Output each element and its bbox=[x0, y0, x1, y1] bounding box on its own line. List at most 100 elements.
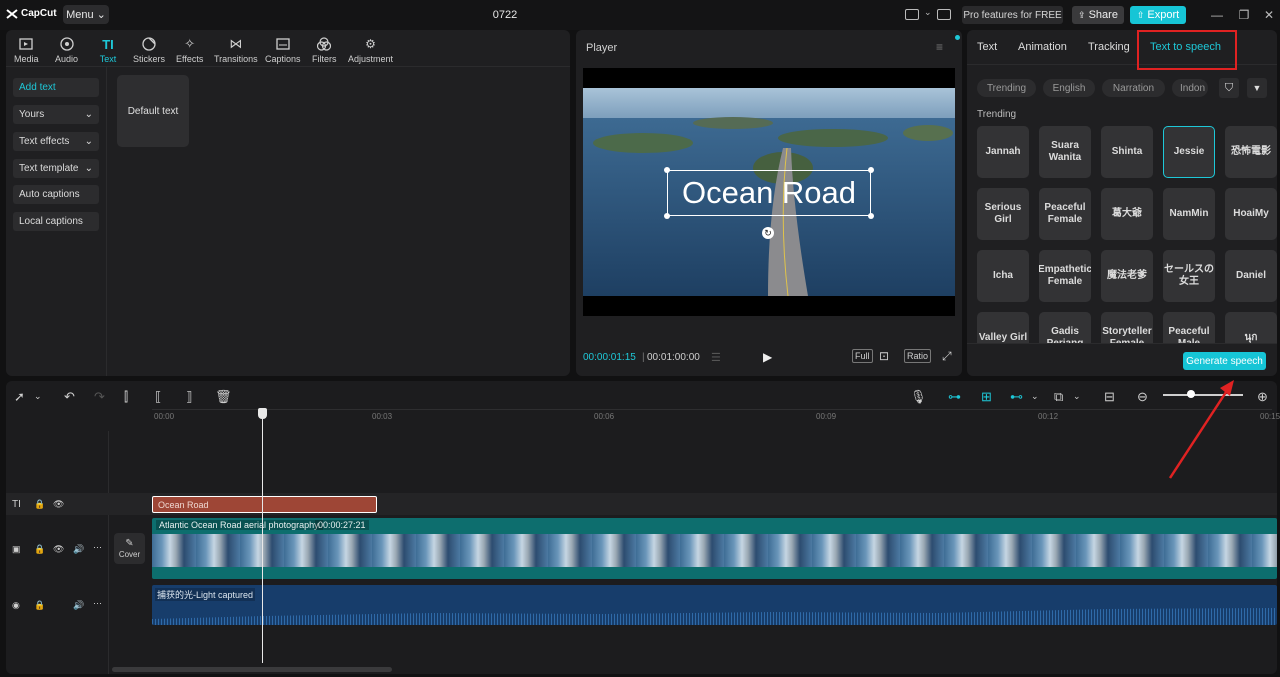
tool-transitions[interactable]: ⋈ Transitions bbox=[214, 36, 258, 64]
video-clip[interactable]: Atlantic Ocean Road aerial photography. … bbox=[152, 518, 1277, 579]
resize-handle[interactable] bbox=[868, 213, 874, 219]
tool-media[interactable]: Media bbox=[14, 36, 39, 64]
voice-card[interactable]: 恐怖電影 bbox=[1225, 126, 1277, 178]
voice-card[interactable]: Valley Girl bbox=[977, 312, 1029, 343]
voice-card[interactable]: Peaceful Female bbox=[1039, 188, 1091, 240]
fullscreen-icon[interactable]: ⤢ bbox=[942, 349, 952, 364]
more-icon[interactable]: ⋯ bbox=[93, 598, 102, 609]
tab-text[interactable]: Text bbox=[977, 41, 997, 53]
voice-card[interactable]: Serious Girl bbox=[977, 188, 1029, 240]
ratio-button[interactable]: Ratio bbox=[904, 349, 932, 363]
magnet-icon[interactable]: ⊞ bbox=[981, 389, 992, 405]
export-button[interactable]: ⇧ Export bbox=[1130, 6, 1186, 24]
split-icon[interactable]: ⫿ bbox=[124, 389, 128, 405]
video-preview[interactable]: Ocean Road ↻ bbox=[583, 68, 955, 316]
nav-local-captions[interactable]: Local captions bbox=[13, 212, 99, 231]
volume-icon[interactable]: 🔊 bbox=[73, 600, 84, 611]
zoom-out-icon[interactable]: ⊖ bbox=[1137, 389, 1148, 405]
nav-text-effects[interactable]: Text effects ⌄ bbox=[13, 132, 99, 151]
menu-button[interactable]: Menu ⌄ bbox=[63, 5, 109, 24]
align-icon[interactable]: ⧉ bbox=[1054, 389, 1063, 405]
focus-icon[interactable]: ⊡ bbox=[879, 349, 889, 363]
voice-card[interactable]: นุก bbox=[1225, 312, 1277, 343]
eye-icon[interactable]: 👁 bbox=[53, 499, 64, 510]
delete-icon[interactable]: 🗑 bbox=[215, 389, 232, 405]
filter-chip-narration[interactable]: Narration bbox=[1102, 79, 1165, 97]
filter-chip-english[interactable]: English bbox=[1043, 79, 1095, 97]
tab-tracking[interactable]: Tracking bbox=[1088, 41, 1130, 53]
playhead-handle[interactable] bbox=[258, 408, 267, 419]
chevron-down-icon[interactable]: ⌄ bbox=[1073, 391, 1081, 402]
microphone-icon[interactable]: 🎙 bbox=[910, 389, 927, 405]
zoom-in-icon[interactable]: ⊕ bbox=[1257, 389, 1268, 405]
tool-audio[interactable]: Audio bbox=[55, 36, 78, 64]
preview-axis-icon[interactable]: ⊟ bbox=[1104, 389, 1115, 405]
cover-button[interactable]: ✎ Cover bbox=[114, 533, 145, 564]
voice-card[interactable]: Storyteller Female bbox=[1101, 312, 1153, 343]
filter-chip-trending[interactable]: Trending bbox=[977, 79, 1036, 97]
lock-icon[interactable]: 🔒 bbox=[34, 600, 45, 611]
tool-adjustment[interactable]: ⚙ Adjustment bbox=[348, 36, 393, 64]
redo-icon[interactable]: ↷ bbox=[94, 389, 105, 405]
keyboard-icon[interactable] bbox=[937, 9, 951, 20]
rotate-icon[interactable]: ↻ bbox=[762, 227, 774, 239]
voice-card[interactable]: Daniel bbox=[1225, 250, 1277, 302]
voice-card[interactable]: NamMin bbox=[1163, 188, 1215, 240]
layout-icon[interactable] bbox=[905, 9, 919, 20]
voice-card[interactable]: Shinta bbox=[1101, 126, 1153, 178]
trim-right-icon[interactable]: ⟧ bbox=[186, 389, 192, 405]
restore-icon[interactable]: ❐ bbox=[1236, 7, 1252, 23]
voice-card[interactable]: HoaiMy bbox=[1225, 188, 1277, 240]
tool-effects[interactable]: ✧ Effects bbox=[176, 36, 203, 64]
nav-yours[interactable]: Yours ⌄ bbox=[13, 105, 99, 124]
play-icon[interactable]: ▶ bbox=[763, 350, 772, 364]
pro-features-button[interactable]: Pro features for FREE bbox=[962, 6, 1063, 24]
waveform-icon[interactable]: ☰ bbox=[711, 351, 721, 364]
nav-add-text[interactable]: Add text bbox=[13, 78, 99, 97]
nav-text-template[interactable]: Text template ⌄ bbox=[13, 159, 99, 178]
audio-clip[interactable]: 捕获的光-Light captured bbox=[152, 585, 1277, 625]
chevron-down-icon[interactable]: ▼ bbox=[1247, 78, 1267, 98]
close-icon[interactable]: ✕ bbox=[1261, 7, 1277, 23]
voice-card[interactable]: Empathetic Female bbox=[1039, 250, 1091, 302]
filter-icon[interactable]: ⛉ bbox=[1219, 78, 1239, 98]
more-icon[interactable]: ⋯ bbox=[93, 542, 102, 553]
voice-card[interactable]: Icha bbox=[977, 250, 1029, 302]
voice-card-selected[interactable]: Jessie bbox=[1163, 126, 1215, 178]
text-overlay[interactable]: Ocean Road bbox=[667, 170, 871, 216]
chevron-down-icon[interactable]: ⌄ bbox=[34, 391, 42, 402]
chevron-down-icon[interactable]: ⌄ bbox=[1031, 391, 1039, 402]
minimize-icon[interactable]: — bbox=[1209, 7, 1225, 23]
hamburger-icon[interactable]: ≡ bbox=[936, 40, 943, 54]
nav-auto-captions[interactable]: Auto captions bbox=[13, 185, 99, 204]
undo-icon[interactable]: ↶ bbox=[64, 389, 75, 405]
voice-card[interactable]: Gadis Periang bbox=[1039, 312, 1091, 343]
lock-icon[interactable]: 🔒 bbox=[34, 544, 45, 555]
eye-icon[interactable]: 👁 bbox=[53, 544, 64, 555]
resize-handle[interactable] bbox=[664, 167, 670, 173]
voice-card[interactable]: 魔法老爹 bbox=[1101, 250, 1153, 302]
tool-text[interactable]: TI Text bbox=[99, 36, 117, 65]
tool-captions[interactable]: Captions bbox=[265, 36, 301, 64]
resize-handle[interactable] bbox=[664, 213, 670, 219]
generate-speech-button[interactable]: Generate speech bbox=[1183, 352, 1266, 370]
resize-handle[interactable] bbox=[868, 167, 874, 173]
voice-card[interactable]: Suara Wanita bbox=[1039, 126, 1091, 178]
link-icon[interactable]: ⊶ bbox=[948, 389, 961, 405]
voice-card[interactable]: 葛大爺 bbox=[1101, 188, 1153, 240]
select-tool-icon[interactable]: ➚ bbox=[14, 389, 25, 405]
tool-stickers[interactable]: Stickers bbox=[133, 36, 165, 64]
lock-icon[interactable]: 🔒 bbox=[34, 499, 45, 510]
horizontal-scrollbar[interactable] bbox=[112, 667, 392, 672]
trim-left-icon[interactable]: ⟦ bbox=[155, 389, 161, 405]
full-button[interactable]: Full bbox=[852, 349, 873, 363]
voice-card[interactable]: Jannah bbox=[977, 126, 1029, 178]
snap-icon[interactable]: ⊷ bbox=[1010, 389, 1023, 405]
tab-animation[interactable]: Animation bbox=[1018, 41, 1067, 53]
tool-filters[interactable]: Filters bbox=[312, 36, 337, 64]
playhead[interactable] bbox=[262, 409, 263, 663]
voice-card[interactable]: セールスの女王 bbox=[1163, 250, 1215, 302]
chevron-down-icon[interactable]: ⌄ bbox=[924, 7, 932, 18]
share-button[interactable]: ⇪ Share bbox=[1072, 6, 1124, 24]
text-clip[interactable]: Ocean Road bbox=[152, 496, 377, 513]
